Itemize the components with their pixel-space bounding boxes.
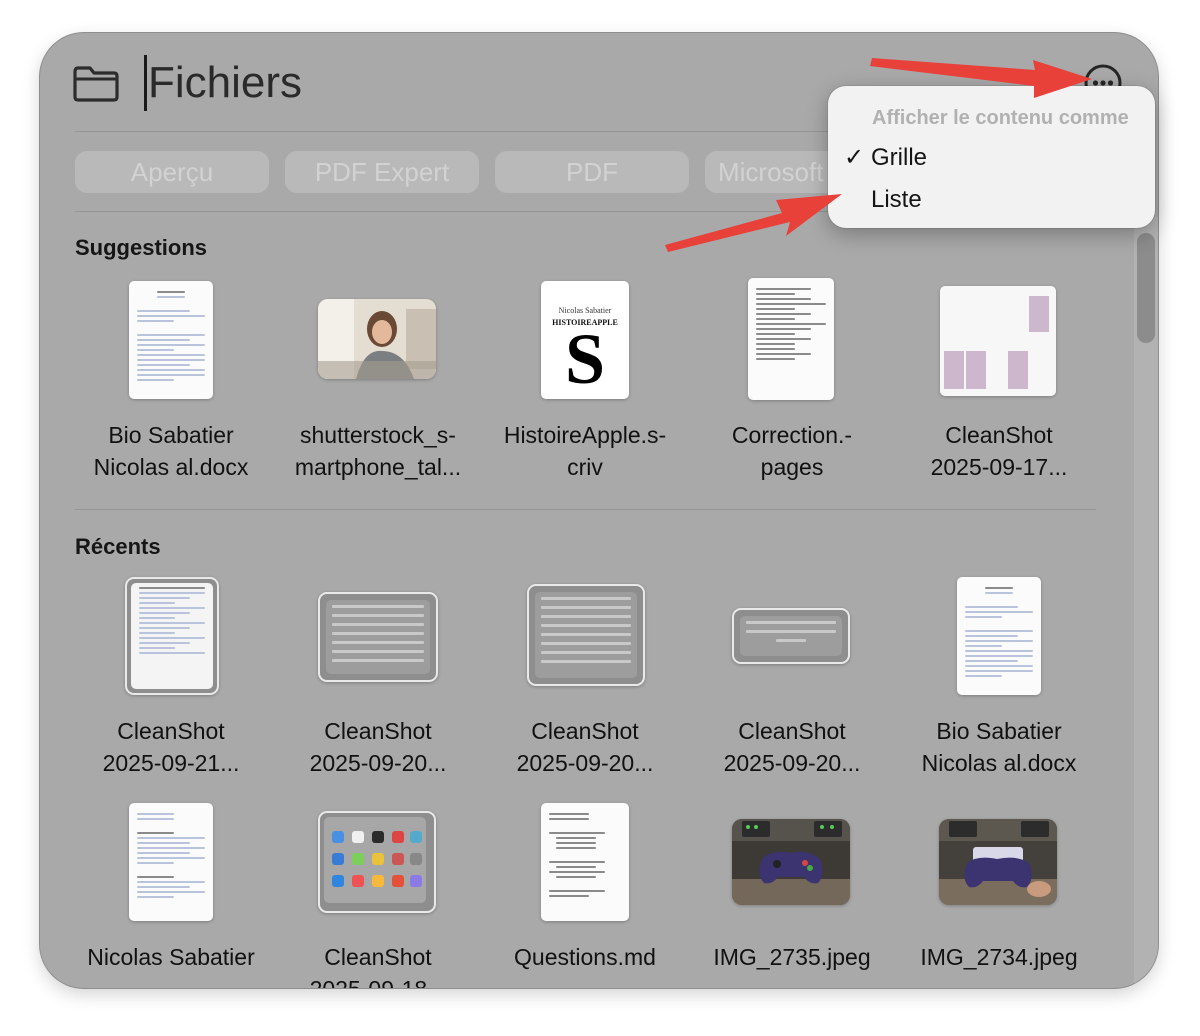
file-name: CleanShot 2025-09-20... [516, 718, 654, 776]
file-tile[interactable]: CleanShot 2025-09-21... [71, 577, 271, 787]
file-name: Bio Sabatier Nicolas al.docx [921, 718, 1077, 776]
menu-item-liste[interactable]: Liste [844, 182, 1139, 218]
file-tile[interactable]: Nicolas Sabatier [71, 803, 271, 988]
menu-item-label: Grille [871, 144, 928, 171]
screenshot-thumbnail [125, 577, 219, 695]
file-name: CleanShot 2025-09-20... [723, 718, 861, 776]
file-name: IMG_2734.jpeg [920, 944, 1078, 970]
file-tile[interactable]: CleanShot 2025-09-20... [485, 577, 685, 787]
app-button-pdf-expert[interactable]: PDF Expert [285, 151, 479, 193]
file-name: Nicolas Sabatier [87, 944, 255, 970]
file-tile[interactable]: shutterstock_s-martphone_tal... [278, 281, 478, 491]
file-name: CleanShot2025-09-18... [310, 944, 447, 988]
file-tile[interactable]: Nicolas Sabatier HISTOIREAPPLE S Histoir… [485, 281, 685, 491]
section-title-suggestions: Suggestions [75, 235, 208, 260]
file-tile[interactable]: IMG_2734.jpeg [899, 803, 1099, 988]
checkmark-icon: ✓ [844, 144, 865, 171]
section-divider [75, 509, 1096, 510]
document-thumbnail [541, 803, 629, 921]
screenshot-thumbnail [940, 286, 1056, 396]
menu-item-grille[interactable]: ✓ Grille [844, 140, 1139, 176]
file-tile[interactable]: Questions.md [485, 803, 685, 988]
file-name: CleanShot 2025-09-21... [102, 718, 240, 776]
photo-thumbnail [318, 299, 436, 379]
file-tile[interactable]: CleanShot 2025-09-17... [899, 281, 1099, 491]
file-tile[interactable]: CleanShot2025-09-18... [278, 803, 478, 988]
cover-author: Nicolas Sabatier [558, 306, 612, 315]
file-name: shutterstock_s-martphone_tal... [294, 422, 462, 480]
scrollbar-thumb[interactable] [1137, 233, 1155, 343]
file-tile[interactable]: CleanShot 2025-09-20... [278, 577, 478, 787]
document-thumbnail [957, 577, 1041, 695]
file-name: Correction.- pages [731, 422, 853, 480]
file-name: CleanShot 2025-09-20... [309, 718, 447, 776]
app-button-apercu[interactable]: Aperçu [75, 151, 269, 193]
app-button-microsoft[interactable]: Microsoft [705, 151, 835, 193]
file-tile[interactable]: Bio Sabatier Nicolas al.docx [71, 281, 271, 491]
app-button-pdf[interactable]: PDF [495, 151, 689, 193]
file-tile[interactable]: CleanShot 2025-09-20... [692, 577, 892, 787]
apps-row: Aperçu PDF Expert PDF Microsoft [75, 151, 835, 195]
file-name: Bio Sabatier Nicolas al.docx [93, 422, 249, 480]
screenshot-thumbnail [318, 811, 436, 913]
photo-thumbnail [939, 819, 1057, 905]
cover-glyph: S [564, 319, 606, 399]
file-name: Questions.md [514, 944, 656, 970]
photo-thumbnail [732, 819, 850, 905]
screenshot-thumbnail [318, 592, 438, 682]
section-title-recents: Récents [75, 534, 161, 559]
view-as-menu: Afficher le contenu comme ✓ Grille Liste [828, 86, 1155, 228]
book-cover-thumbnail: Nicolas Sabatier HISTOIREAPPLE S [541, 281, 629, 399]
file-tile[interactable]: Bio Sabatier Nicolas al.docx [899, 577, 1099, 787]
document-thumbnail [748, 278, 834, 400]
document-thumbnail [129, 803, 213, 921]
file-tile[interactable]: Correction.- pages [692, 278, 892, 491]
file-name: CleanShot 2025-09-17... [930, 422, 1068, 480]
file-tile[interactable]: IMG_2735.jpeg [692, 803, 892, 988]
screenshot-thumbnail [527, 584, 645, 686]
file-name: IMG_2735.jpeg [713, 944, 871, 970]
menu-header: Afficher le contenu comme [872, 107, 1129, 129]
screenshot-thumbnail [732, 608, 850, 664]
file-name: HistoireApple.s-criv [503, 422, 667, 480]
document-thumbnail [129, 281, 213, 399]
text-cursor [144, 55, 147, 111]
folder-icon [73, 66, 119, 102]
page-title: Fichiers [148, 58, 303, 107]
menu-item-label: Liste [871, 186, 922, 213]
